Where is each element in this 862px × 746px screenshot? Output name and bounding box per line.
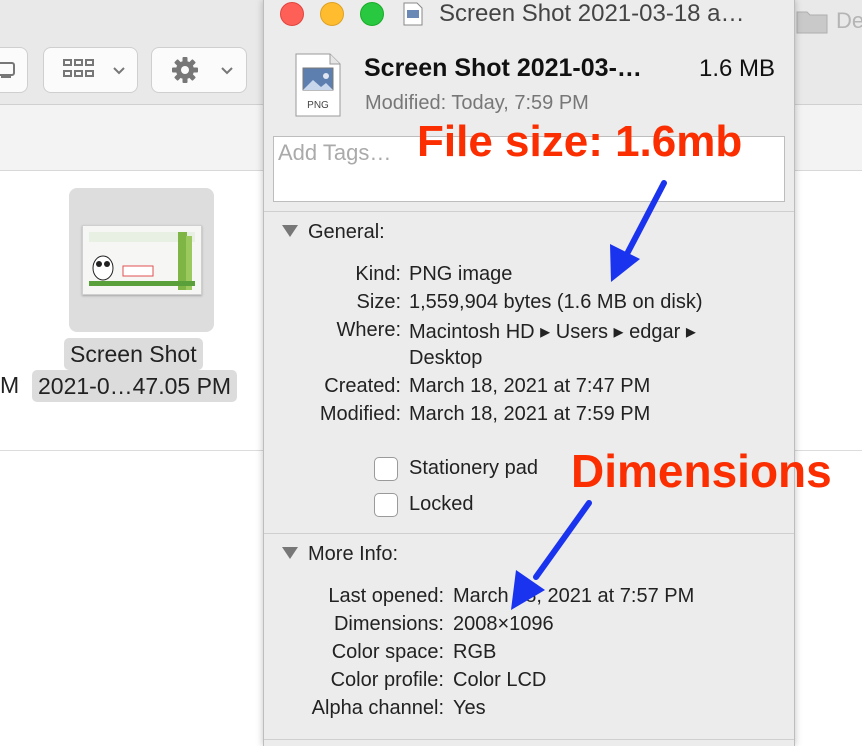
get-info-panel: Screen Shot 2021-03-18 a… PNG Screen Sho… bbox=[263, 0, 795, 746]
chevron-down-icon bbox=[113, 67, 125, 75]
kind-label: Kind: bbox=[355, 263, 401, 285]
info-row-alpha-channel: Alpha channel: Yes bbox=[264, 697, 794, 725]
general-section-title: General: bbox=[308, 221, 385, 243]
modified-summary: Modified: Today, 7:59 PM bbox=[365, 92, 589, 115]
dimensions-label: Dimensions: bbox=[333, 613, 444, 635]
general-section-header[interactable]: General: bbox=[282, 221, 385, 244]
dimensions-value: 2008×1096 bbox=[453, 613, 554, 635]
where-value: Macintosh HD ▸ Users ▸ edgar ▸ bbox=[409, 321, 696, 343]
modified-label: Modified: bbox=[365, 92, 447, 114]
disclosure-triangle-icon[interactable] bbox=[282, 225, 298, 237]
modified-value: March 18, 2021 at 7:59 PM bbox=[409, 403, 651, 425]
created-label: Created: bbox=[324, 375, 401, 397]
grid-view-icon bbox=[63, 59, 94, 77]
modified-value: Today, 7:59 PM bbox=[451, 92, 589, 114]
action-button[interactable] bbox=[151, 47, 247, 93]
date-column-fragment: M bbox=[0, 372, 20, 398]
section-separator bbox=[264, 211, 794, 212]
created-value: March 18, 2021 at 7:47 PM bbox=[409, 375, 651, 397]
folder-icon bbox=[796, 11, 828, 34]
info-row-size: Size: 1,559,904 bytes (1.6 MB on disk) bbox=[264, 291, 794, 319]
file-name-line-2[interactable]: 2021-0…47.05 PM bbox=[32, 370, 238, 402]
stationery-pad-checkbox[interactable] bbox=[374, 457, 398, 481]
zoom-button[interactable] bbox=[360, 2, 384, 26]
size-label: Size: bbox=[356, 291, 401, 313]
info-row-last-opened: Last opened: March 18, 2021 at 7:57 PM bbox=[264, 585, 794, 613]
file-thumbnail[interactable] bbox=[82, 225, 202, 295]
chevron-down-icon bbox=[221, 67, 233, 75]
section-separator bbox=[264, 533, 794, 534]
document-icon bbox=[403, 2, 423, 26]
kind-value: PNG image bbox=[409, 263, 513, 285]
png-file-icon: PNG bbox=[295, 53, 341, 117]
where-label: Where: bbox=[336, 319, 401, 341]
stationery-pad-label[interactable]: Stationery pad bbox=[409, 457, 538, 480]
info-row-created: Created: March 18, 2021 at 7:47 PM bbox=[264, 375, 794, 403]
size-value: 1,559,904 bytes (1.6 MB on disk) bbox=[409, 291, 703, 313]
more-info-section-header[interactable]: More Info: bbox=[282, 543, 398, 566]
where-value-continued: Desktop bbox=[409, 347, 483, 369]
view-options-button[interactable] bbox=[43, 47, 138, 93]
color-profile-label: Color profile: bbox=[330, 669, 444, 691]
minimize-button[interactable] bbox=[320, 2, 344, 26]
sidebar-toggle-button[interactable] bbox=[0, 47, 28, 93]
disclosure-triangle-icon[interactable] bbox=[282, 547, 298, 559]
info-row-color-profile: Color profile: Color LCD bbox=[264, 669, 794, 697]
close-button[interactable] bbox=[280, 2, 304, 26]
section-separator bbox=[264, 739, 794, 740]
info-row-modified: Modified: March 18, 2021 at 7:59 PM bbox=[264, 403, 794, 431]
locked-checkbox[interactable] bbox=[374, 493, 398, 517]
file-name-line-1[interactable]: Screen Shot bbox=[64, 338, 203, 370]
png-icon-label: PNG bbox=[307, 100, 329, 111]
modified-label: Modified: bbox=[319, 403, 401, 425]
locked-label[interactable]: Locked bbox=[409, 493, 474, 516]
file-size-annotation: File size: 1.6mb bbox=[417, 117, 743, 166]
more-info-section-title: More Info: bbox=[308, 543, 399, 565]
color-profile-value: Color LCD bbox=[453, 669, 547, 691]
alpha-channel-value: Yes bbox=[453, 697, 486, 719]
finder-window-title: De bbox=[836, 8, 862, 33]
gear-icon bbox=[172, 57, 198, 83]
file-size-summary: 1.6 MB bbox=[699, 55, 776, 82]
info-row-color-space: Color space: RGB bbox=[264, 641, 794, 669]
last-opened-label: Last opened: bbox=[328, 585, 444, 607]
thumbnail-preview-image bbox=[83, 226, 201, 294]
info-row-dimensions: Dimensions: 2008×1096 bbox=[264, 613, 794, 641]
info-row-where: Where: Macintosh HD ▸ Users ▸ edgar ▸ bbox=[264, 319, 794, 347]
info-titlebar[interactable]: Screen Shot 2021-03-18 a… bbox=[264, 0, 794, 30]
info-row-where-cont: Desktop bbox=[264, 347, 794, 375]
alpha-channel-label: Alpha channel: bbox=[311, 697, 444, 719]
last-opened-value: March 18, 2021 at 7:57 PM bbox=[453, 585, 695, 607]
sidebar-icon bbox=[0, 62, 15, 78]
dimensions-annotation: Dimensions bbox=[571, 445, 832, 497]
info-row-kind: Kind: PNG image bbox=[264, 263, 794, 291]
window-title: Screen Shot 2021-03-18 a… bbox=[439, 0, 745, 27]
file-title: Screen Shot 2021-03-… bbox=[364, 54, 642, 82]
color-space-value: RGB bbox=[453, 641, 497, 663]
color-space-label: Color space: bbox=[331, 641, 444, 663]
